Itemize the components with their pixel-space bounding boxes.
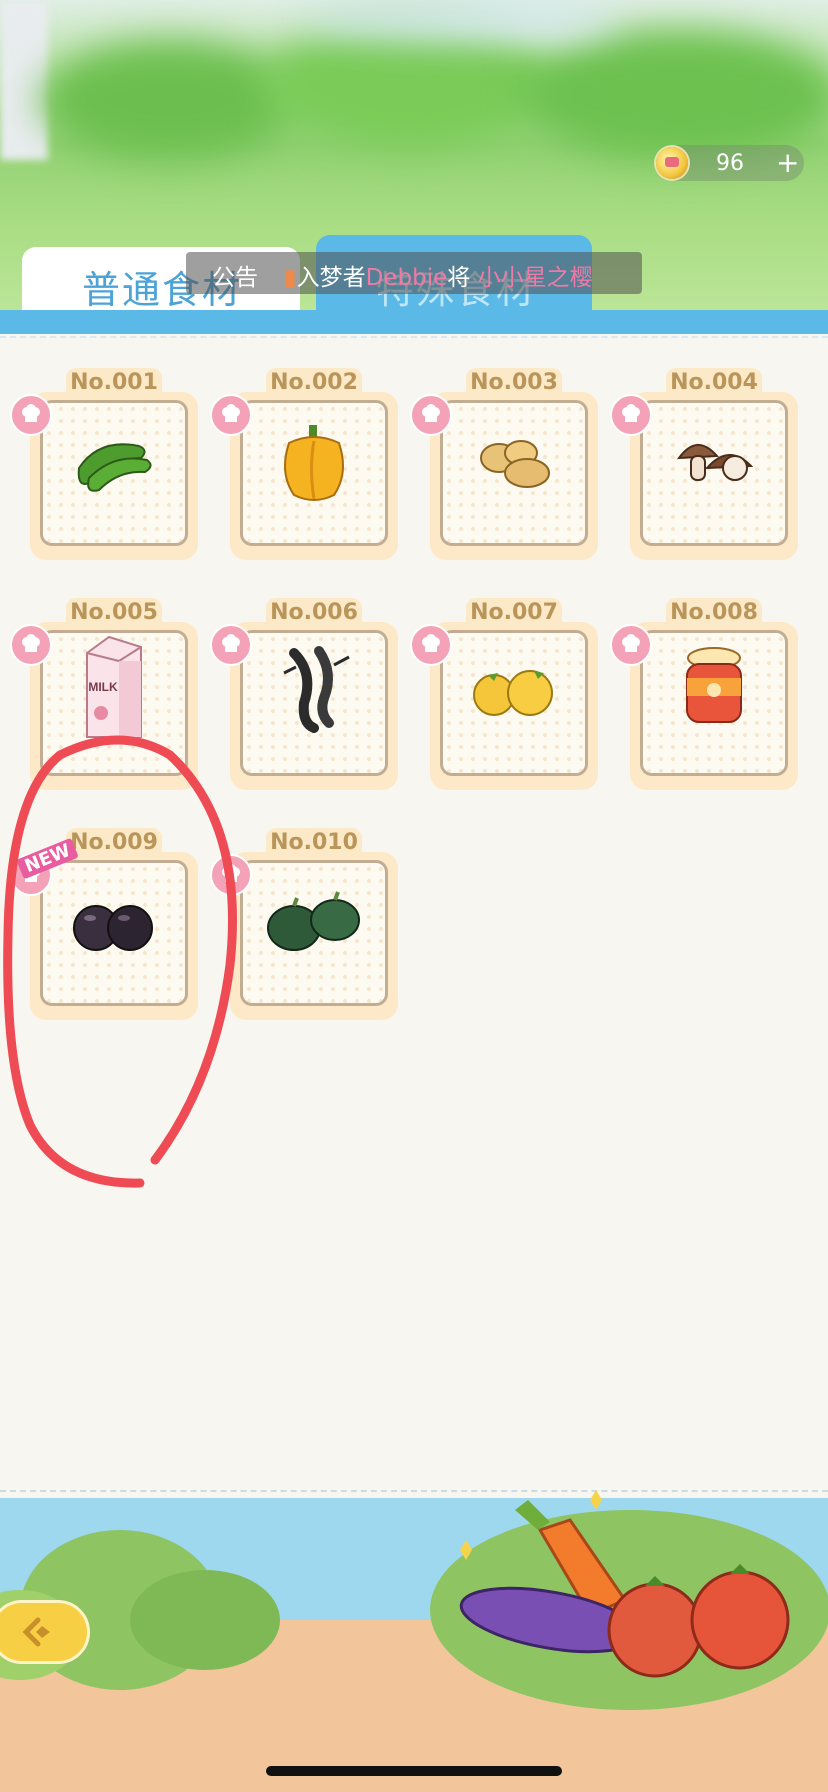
ingredient-number: No.009 (66, 828, 162, 858)
divider (0, 336, 828, 338)
chef-hat-icon (410, 624, 452, 666)
ingredient-card[interactable]: No.009 NEW (10, 828, 198, 1020)
chef-hat-icon (210, 624, 252, 666)
potatoes-icon (450, 413, 578, 513)
vegetables-decoration (459, 1490, 790, 1678)
ingredient-card[interactable]: No.001 (10, 368, 198, 560)
green-pumpkins-icon (250, 873, 378, 973)
ingredient-card[interactable]: No.010 (210, 828, 398, 1020)
tab-bar (0, 310, 828, 334)
milk-carton-icon: MILK (50, 635, 178, 738)
ingredient-number: No.008 (666, 598, 762, 628)
ingredient-card[interactable]: No.004 (610, 368, 798, 560)
back-button[interactable] (0, 1600, 90, 1664)
yellow-bell-pepper-icon (250, 413, 378, 513)
ingredient-card[interactable]: No.008 (610, 598, 798, 790)
home-indicator[interactable] (266, 1766, 562, 1776)
black-shrimp-icon (250, 638, 378, 738)
ingredient-card[interactable]: No.005 MILK (10, 598, 198, 790)
chef-hat-icon (610, 394, 652, 436)
chef-hat-icon (410, 394, 452, 436)
black-plums-icon (50, 878, 178, 978)
ingredient-number: No.001 (66, 368, 162, 398)
ingredient-number: No.003 (466, 368, 562, 398)
announcement-label: 公告 (212, 265, 258, 291)
chef-hat-icon (210, 854, 252, 896)
announcement-target: 小小星之樱 (477, 265, 593, 291)
mushrooms-icon (650, 413, 778, 513)
chef-hat-icon (10, 624, 52, 666)
milk-label: MILK (88, 680, 118, 694)
chef-hat-icon (10, 394, 52, 436)
announcement-verb: 将 (447, 265, 471, 291)
currency-value: 96 (716, 151, 744, 176)
announcement-prefix: 入梦者 (296, 265, 366, 291)
lemons-icon (450, 643, 578, 743)
ingredient-number: No.005 (66, 598, 162, 628)
announcement-text: ▮入梦者Debbie将 小小星之樱 (284, 265, 593, 291)
back-arrow-icon (22, 1617, 50, 1647)
ingredient-card[interactable]: No.007 (410, 598, 598, 790)
jam-jar-icon (650, 636, 778, 736)
ingredient-number: No.004 (666, 368, 762, 398)
ingredient-number: No.002 (266, 368, 362, 398)
announcement-banner: 公告 ▮入梦者Debbie将 小小星之樱 (186, 252, 642, 294)
ingredient-card[interactable]: No.003 (410, 368, 598, 560)
chef-hat-icon (610, 624, 652, 666)
chef-hat-icon (210, 394, 252, 436)
green-pepper-icon (50, 413, 178, 513)
bottom-scenery (0, 1490, 828, 1792)
ingredient-number: No.006 (266, 598, 362, 628)
coin-icon (656, 147, 688, 179)
announcement-user: Debbie (365, 265, 448, 291)
ingredient-number: No.010 (266, 828, 362, 858)
currency-display: 96 + (654, 145, 804, 181)
ingredient-card[interactable]: No.006 (210, 598, 398, 790)
ingredient-number: No.007 (466, 598, 562, 628)
add-currency-button[interactable]: + (776, 147, 799, 179)
ingredient-card[interactable]: No.002 (210, 368, 398, 560)
